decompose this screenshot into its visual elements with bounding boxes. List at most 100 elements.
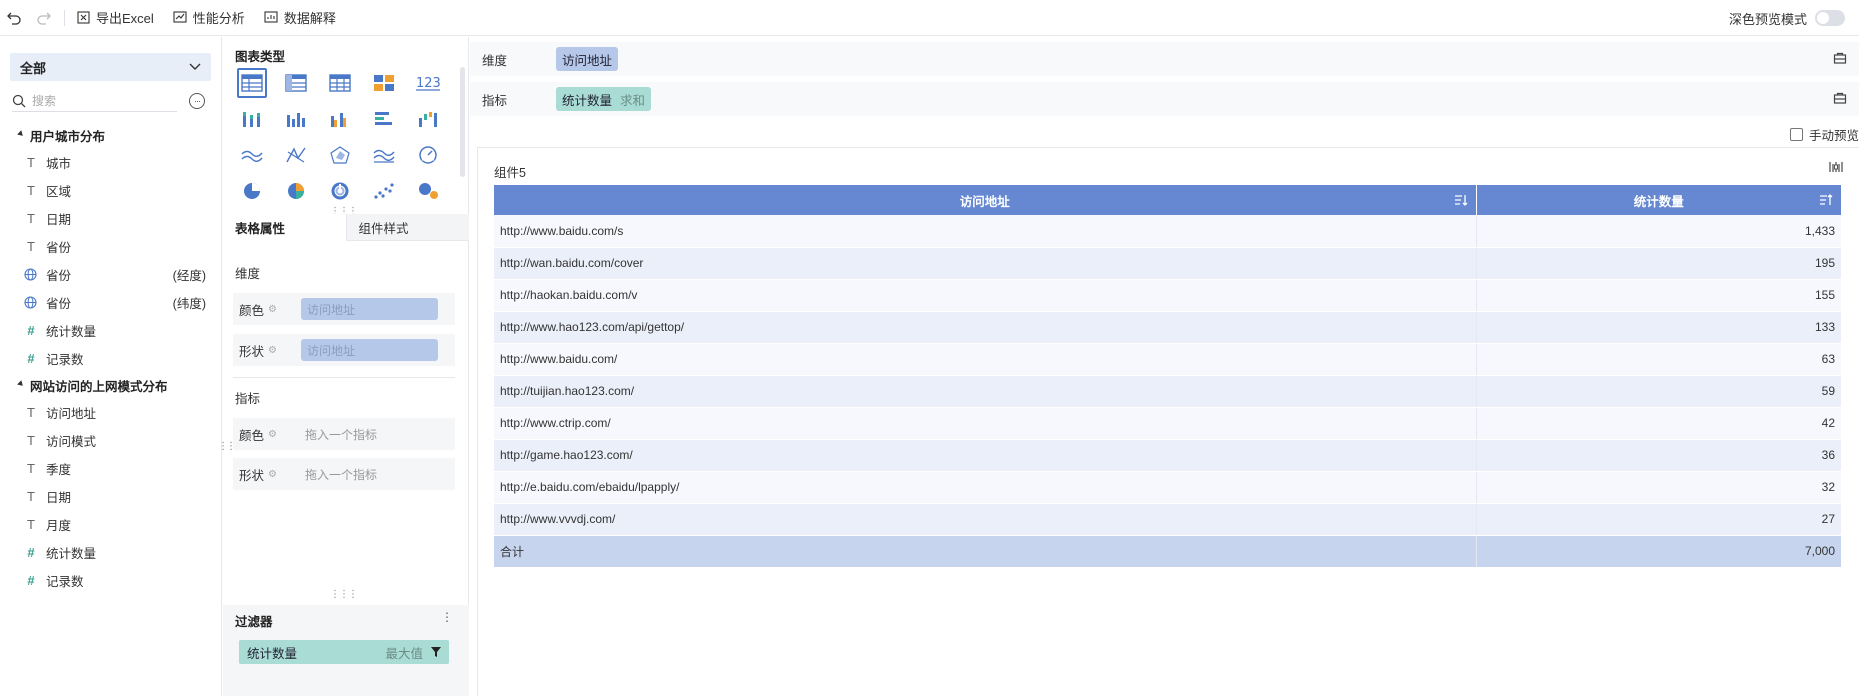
filter-more-icon[interactable]: ⋮ <box>441 610 453 624</box>
svg-text:123: 123 <box>416 76 441 91</box>
area-chart-icon[interactable] <box>369 140 399 170</box>
field-label: 记录数 <box>46 352 84 367</box>
gear-icon[interactable]: ⚙ <box>268 345 277 356</box>
bubble-chart-icon[interactable] <box>413 176 443 206</box>
filter-funnel-icon[interactable] <box>431 647 441 657</box>
lock-icon[interactable] <box>1833 51 1849 67</box>
table-row[interactable]: http://www.ctrip.com/42 <box>494 407 1841 440</box>
sort-icon[interactable] <box>1454 193 1468 207</box>
table-row[interactable]: http://tuijian.hao123.com/59 <box>494 375 1841 408</box>
table-row[interactable]: http://e.baidu.com/ebaidu/lpapply/32 <box>494 471 1841 504</box>
field-label: 季度 <box>46 462 72 477</box>
performance-analysis-button[interactable]: 性能分析 <box>172 6 245 30</box>
column-header-label: 统计数量 <box>1633 194 1684 209</box>
metric-shape-row[interactable]: 形状 ⚙ 拖入一个指标 <box>233 458 455 490</box>
field-item[interactable]: 省份 (纬度) <box>0 288 222 316</box>
field-item[interactable]: # 记录数 <box>0 566 222 594</box>
tab-table-properties[interactable]: 表格属性 <box>223 214 346 241</box>
waterfall-chart-icon[interactable] <box>413 104 443 134</box>
dimension-shape-pill[interactable]: 访问地址 <box>301 339 438 361</box>
column-settings-icon[interactable] <box>1829 160 1845 176</box>
table-row[interactable]: http://wan.baidu.com/cover 195 <box>494 247 1841 280</box>
collapse-triangle-icon <box>17 379 25 388</box>
gauge-chart-icon[interactable] <box>413 140 443 170</box>
gear-icon[interactable]: ⚙ <box>268 469 277 480</box>
field-item[interactable]: T 日期 <box>0 204 222 232</box>
field-item[interactable]: 省份 (经度) <box>0 260 222 288</box>
column-header-count[interactable]: 统计数量 <box>1476 185 1841 215</box>
table-row[interactable]: http://www.baidu.com/s 1,433 <box>494 215 1841 248</box>
field-item[interactable]: T 日期 <box>0 482 222 510</box>
field-item[interactable]: # 记录数 <box>0 344 222 372</box>
field-item[interactable]: T 省份 <box>0 232 222 260</box>
metric-shelf[interactable]: 指标 统计数量 求和 <box>470 82 1859 116</box>
line-chart-icon[interactable] <box>237 140 267 170</box>
table-header-row: 访问地址 统计数量 <box>494 185 1841 215</box>
dimension-color-row[interactable]: 颜色 ⚙ 访问地址 <box>233 293 455 325</box>
table-chart-icon[interactable] <box>237 68 267 98</box>
horizontal-bar-icon[interactable] <box>369 104 399 134</box>
scatter-chart-icon[interactable] <box>369 176 399 206</box>
metric-color-row[interactable]: 颜色 ⚙ 拖入一个指标 <box>233 418 455 450</box>
filter-agg-label: 最大值 <box>385 646 423 661</box>
group-header-website[interactable]: 网站访问的上网模式分布 <box>0 372 222 398</box>
grid-chart-icon[interactable] <box>369 68 399 98</box>
export-excel-button[interactable]: 导出Excel <box>75 6 154 30</box>
manual-preview-checkbox[interactable] <box>1789 128 1803 141</box>
group-header-city[interactable]: 用户城市分布 <box>0 122 222 148</box>
metric-pill[interactable]: 统计数量 求和 <box>556 87 652 111</box>
manual-preview-control[interactable]: 手动预览 <box>1789 125 1859 144</box>
donut-chart-icon[interactable] <box>325 176 355 206</box>
search-input[interactable]: 搜索 <box>12 90 177 112</box>
table-row[interactable]: http://www.baidu.com/63 <box>494 343 1841 376</box>
dimension-pill[interactable]: 访问地址 <box>556 47 619 71</box>
multi-pie-chart-icon[interactable] <box>281 176 311 206</box>
metric-section-title: 指标 <box>235 392 261 406</box>
column-header-url[interactable]: 访问地址 <box>494 185 1477 215</box>
table-row[interactable]: http://haokan.baidu.com/v 155 <box>494 279 1841 312</box>
bar-chart-icon[interactable] <box>281 104 311 134</box>
field-item[interactable]: T 区域 <box>0 176 222 204</box>
sort-icon[interactable] <box>1819 193 1833 207</box>
dimension-shape-row[interactable]: 形状 ⚙ 访问地址 <box>233 334 455 366</box>
drag-handle-icon[interactable]: ⋮⋮⋮ <box>330 589 358 600</box>
number-type-icon: # <box>27 322 35 338</box>
metric-shape-placeholder[interactable]: 拖入一个指标 <box>305 466 377 483</box>
dark-preview-switch[interactable] <box>1815 10 1845 26</box>
field-item[interactable]: T 季度 <box>0 454 222 482</box>
tab-component-style[interactable]: 组件样式 <box>345 214 469 241</box>
metric-color-placeholder[interactable]: 拖入一个指标 <box>305 426 377 443</box>
stacked-bar-icon[interactable] <box>237 104 267 134</box>
field-item[interactable]: # 统计数量 <box>0 538 222 566</box>
gear-icon[interactable]: ⚙ <box>268 429 277 440</box>
pie-chart-icon[interactable] <box>237 176 267 206</box>
dimension-shelf[interactable]: 维度 访问地址 <box>470 42 1859 76</box>
cross-table-icon[interactable] <box>281 68 311 98</box>
field-item[interactable]: T 访问地址 <box>0 398 222 426</box>
field-item[interactable]: T 访问模式 <box>0 426 222 454</box>
radar-line-icon[interactable] <box>281 140 311 170</box>
field-item[interactable]: T 月度 <box>0 510 222 538</box>
field-item[interactable]: # 统计数量 <box>0 316 222 344</box>
data-explain-button[interactable]: 数据解释 <box>263 6 336 30</box>
field-item[interactable]: T 城市 <box>0 148 222 176</box>
table-row[interactable]: http://www.vvvdj.com/27 <box>494 503 1841 536</box>
more-options-icon[interactable]: ··· <box>189 93 205 109</box>
url-cell: http://haokan.baidu.com/v <box>494 279 1477 312</box>
radar-chart-icon[interactable] <box>325 140 355 170</box>
text-type-icon: T <box>27 432 35 448</box>
detail-table-icon[interactable] <box>325 68 355 98</box>
dataset-select[interactable]: 全部 <box>10 53 211 81</box>
chart-type-scrollbar[interactable] <box>460 67 465 177</box>
kpi-number-icon[interactable]: 123 <box>413 68 443 98</box>
dimension-color-pill[interactable]: 访问地址 <box>301 298 438 320</box>
redo-icon[interactable] <box>36 10 52 26</box>
gear-icon[interactable]: ⚙ <box>268 304 277 315</box>
undo-icon[interactable] <box>6 10 22 26</box>
component-title: 组件5 <box>494 166 526 180</box>
table-row[interactable]: http://game.hao123.com/36 <box>494 439 1841 472</box>
filter-pill[interactable]: 统计数量 最大值 <box>239 640 449 664</box>
table-row[interactable]: http://www.hao123.com/api/gettop/133 <box>494 311 1841 344</box>
grouped-bar-icon[interactable] <box>325 104 355 134</box>
lock-icon[interactable] <box>1833 91 1849 107</box>
